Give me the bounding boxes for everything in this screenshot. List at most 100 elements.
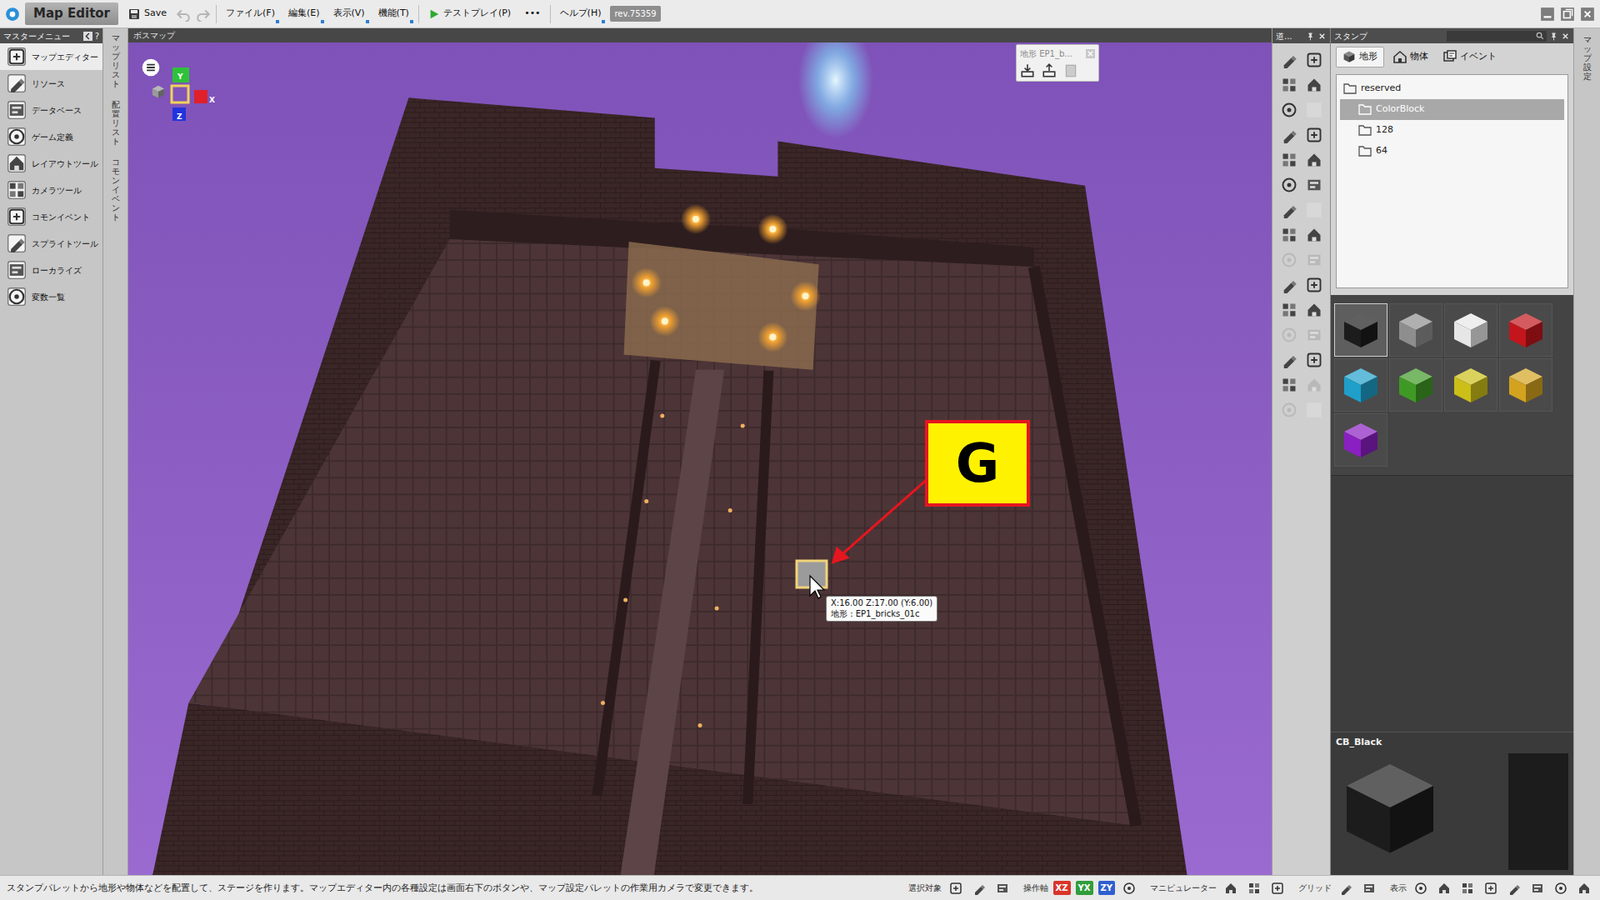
stamp-tab[interactable]: 物体 [1387,46,1435,68]
tool-button[interactable] [1276,372,1302,398]
status-button[interactable] [1411,879,1430,898]
tool-button[interactable] [1301,147,1327,173]
tool-button[interactable] [1276,272,1302,298]
menu-item[interactable]: 表示(V) [329,4,370,24]
status-button[interactable] [1221,879,1240,898]
redo-icon[interactable] [195,6,211,22]
status-button[interactable] [1551,879,1570,898]
tool-button[interactable] [1276,72,1302,98]
status-button[interactable] [1245,879,1264,898]
status-button[interactable] [1575,879,1594,898]
axis-button[interactable]: ZY [1098,880,1116,895]
status-button[interactable] [1268,879,1287,898]
menu-item[interactable]: 編集(E) [284,4,325,24]
color-block-swatch[interactable] [1334,303,1388,357]
status-button[interactable] [1481,879,1500,898]
more-button[interactable]: ••• [520,4,545,24]
tree-node[interactable]: 64 [1340,140,1565,162]
view-menu-icon[interactable] [141,58,160,77]
tool-button[interactable] [1276,172,1302,198]
palette-close-icon[interactable] [1085,49,1095,59]
tool-button[interactable] [1301,172,1327,198]
status-button[interactable] [1120,879,1139,898]
side-tab[interactable]: マップリスト [111,33,120,89]
close-icon[interactable] [1317,31,1327,41]
menu-item[interactable]: 機能(T) [374,4,414,24]
minimize-icon[interactable] [1540,6,1555,22]
restore-icon[interactable] [1560,6,1575,22]
undo-icon[interactable] [175,6,191,22]
pin-icon[interactable] [1549,31,1559,41]
status-button[interactable] [993,879,1012,898]
tool-button[interactable] [1276,147,1302,173]
status-button[interactable] [1435,879,1454,898]
axis-gizmo[interactable]: YXZ [146,60,222,136]
master-menu-item[interactable]: リソース [0,70,103,97]
color-block-swatch[interactable] [1334,358,1388,412]
color-block-swatch[interactable] [1389,358,1443,412]
help-button[interactable]: ? [95,30,100,43]
tool-button[interactable] [1276,122,1302,148]
status-button[interactable] [946,879,965,898]
color-block-swatch[interactable] [1389,303,1443,357]
tool-button[interactable] [1301,122,1327,148]
status-button[interactable] [1458,879,1477,898]
master-menu-item[interactable]: スプライトツール [0,230,103,257]
status-button[interactable] [1360,879,1379,898]
close-icon[interactable] [1560,31,1570,41]
tool-button[interactable] [1301,47,1327,73]
stamp-tab[interactable]: 地形 [1335,46,1385,68]
master-menu-item[interactable]: データベース [0,96,103,124]
stamp-tab[interactable]: イベント [1437,46,1503,68]
status-button[interactable] [1505,879,1524,898]
pin-icon[interactable] [1305,31,1315,41]
viewport-tab[interactable]: ボスマップ [133,30,175,40]
save-button[interactable]: Save [123,4,171,24]
stamp-up-icon[interactable] [1041,63,1057,79]
tool-button[interactable] [1276,222,1302,248]
status-button[interactable] [970,879,989,898]
help-menu[interactable]: ヘルプ(H) [555,4,606,24]
tool-button[interactable] [1301,222,1327,248]
collapse-icon[interactable] [83,31,93,41]
master-menu-item[interactable]: ゲーム定義 [0,123,103,150]
color-block-swatch[interactable] [1499,303,1553,357]
menu-item[interactable]: ファイル(F) [221,4,280,24]
color-block-swatch[interactable] [1334,413,1388,467]
map-viewport[interactable]: YXZ地形 EP1_b...X:16.00 Z:17.00 (Y:6.00)地形… [128,42,1272,875]
tool-button[interactable] [1276,47,1302,73]
tree-node[interactable]: ColorBlock [1340,99,1565,120]
close-icon[interactable] [1580,6,1595,22]
tool-button[interactable] [1301,72,1327,98]
master-menu-item[interactable]: コモンイベント [0,203,103,230]
color-block-swatch[interactable] [1444,303,1498,357]
color-block-swatch[interactable] [1444,358,1498,412]
tool-button[interactable] [1301,347,1327,373]
master-menu-item[interactable]: レイアウトツール [0,150,103,177]
axis-button[interactable]: YX [1075,880,1094,895]
side-tab[interactable]: コモンイベント [111,157,120,222]
axis-button[interactable]: XZ [1053,880,1071,895]
tool-button[interactable] [1276,97,1302,123]
tool-button[interactable] [1276,297,1302,323]
tool-button[interactable] [1276,197,1302,223]
master-menu-item[interactable]: ローカライズ [0,256,103,284]
master-menu-item[interactable]: マップエディター [0,43,103,70]
tool-button[interactable] [1301,297,1327,323]
palette-copy-icon[interactable] [1063,63,1079,79]
map-settings-tab[interactable]: マップ設定 [1583,35,1592,875]
status-button[interactable] [1336,879,1355,898]
map-scene[interactable] [128,42,1272,875]
tool-button[interactable] [1276,347,1302,373]
side-tab[interactable]: 配置リスト [111,100,120,146]
stamp-search[interactable] [1446,30,1547,42]
color-block-swatch[interactable] [1499,358,1553,412]
status-button[interactable] [1528,879,1547,898]
master-menu-item[interactable]: 変数一覧 [0,283,103,310]
tree-node[interactable]: reserved [1340,78,1565,100]
stamp-down-icon[interactable] [1020,63,1035,79]
tool-button[interactable] [1301,272,1327,298]
tree-node[interactable]: 128 [1340,120,1565,141]
master-menu-item[interactable]: カメラツール [0,176,103,204]
testplay-button[interactable]: テストプレイ(P) [424,4,515,24]
